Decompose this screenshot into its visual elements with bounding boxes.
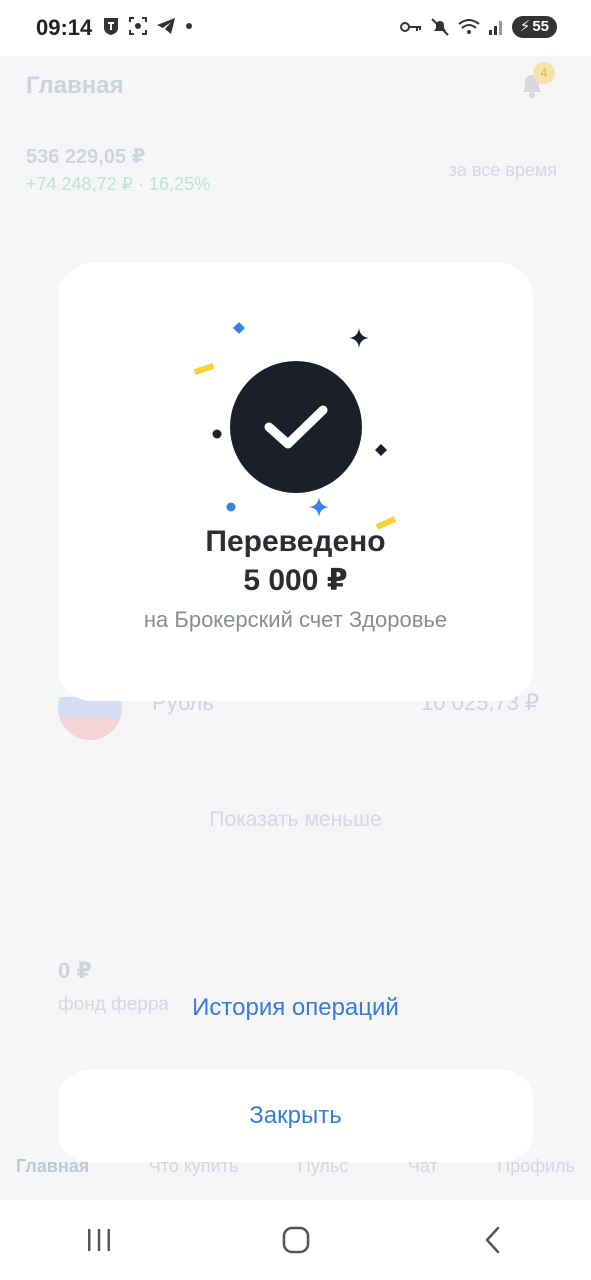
close-button[interactable]: Закрыть: [58, 1070, 533, 1162]
dot-icon: [186, 23, 192, 29]
signal-icon: [488, 21, 502, 35]
mute-icon: [431, 18, 449, 36]
back-icon: [485, 1226, 499, 1254]
back-button[interactable]: [463, 1210, 523, 1270]
battery-icon: ⚡ 55: [511, 16, 557, 38]
recent-apps-icon: [87, 1229, 110, 1251]
success-check-icon: [230, 361, 362, 493]
home-button[interactable]: [266, 1210, 326, 1270]
screenshot-icon: [129, 17, 147, 35]
success-card: Переведено 5 000 ₽ на Брокерский счет Зд…: [58, 263, 533, 701]
status-left-icons: [102, 16, 194, 36]
transfer-title: Переведено: [205, 525, 386, 558]
tab-pulse: Пульс: [297, 1156, 349, 1176]
status-bar: 09:14 ⚡ 55: [0, 0, 591, 56]
tab-chat: Чат: [407, 1156, 438, 1176]
wifi-icon: [458, 19, 480, 34]
show-less-link: Показать меньше: [209, 808, 382, 831]
fund-amount: 0 ₽: [58, 958, 92, 983]
transfer-amount: 5 000 ₽: [243, 564, 348, 597]
recent-apps-button[interactable]: [69, 1210, 129, 1270]
portfolio-profit: +74 248,72 ₽ · 16,25%: [26, 174, 211, 194]
key-icon: [399, 22, 421, 32]
tab-main: Главная: [16, 1156, 90, 1176]
tab-profile: Профиль: [497, 1156, 575, 1176]
status-time: 09:14: [36, 15, 93, 40]
telegram-icon: [157, 18, 175, 34]
period-selector: за все время: [448, 160, 557, 180]
charging-icon: ⚡: [519, 18, 531, 35]
battery-level: 55: [532, 18, 549, 35]
transfer-destination: на Брокерский счет Здоровье: [143, 607, 448, 632]
portfolio-balance: 536 229,05 ₽: [26, 146, 146, 168]
status-right-icons: ⚡ 55: [399, 16, 557, 38]
notification-badge: 4: [533, 62, 555, 84]
tinkoff-icon: [104, 18, 118, 35]
page-title: Главная: [26, 72, 124, 99]
home-icon: [282, 1226, 309, 1254]
operations-history-link[interactable]: История операций: [0, 994, 591, 1022]
bottom-tab-bar: Главная Что купить Пульс Чат Профиль: [0, 1156, 591, 1200]
system-navigation-bar: [0, 1200, 591, 1280]
tab-what-to-buy: Что купить: [148, 1156, 239, 1176]
